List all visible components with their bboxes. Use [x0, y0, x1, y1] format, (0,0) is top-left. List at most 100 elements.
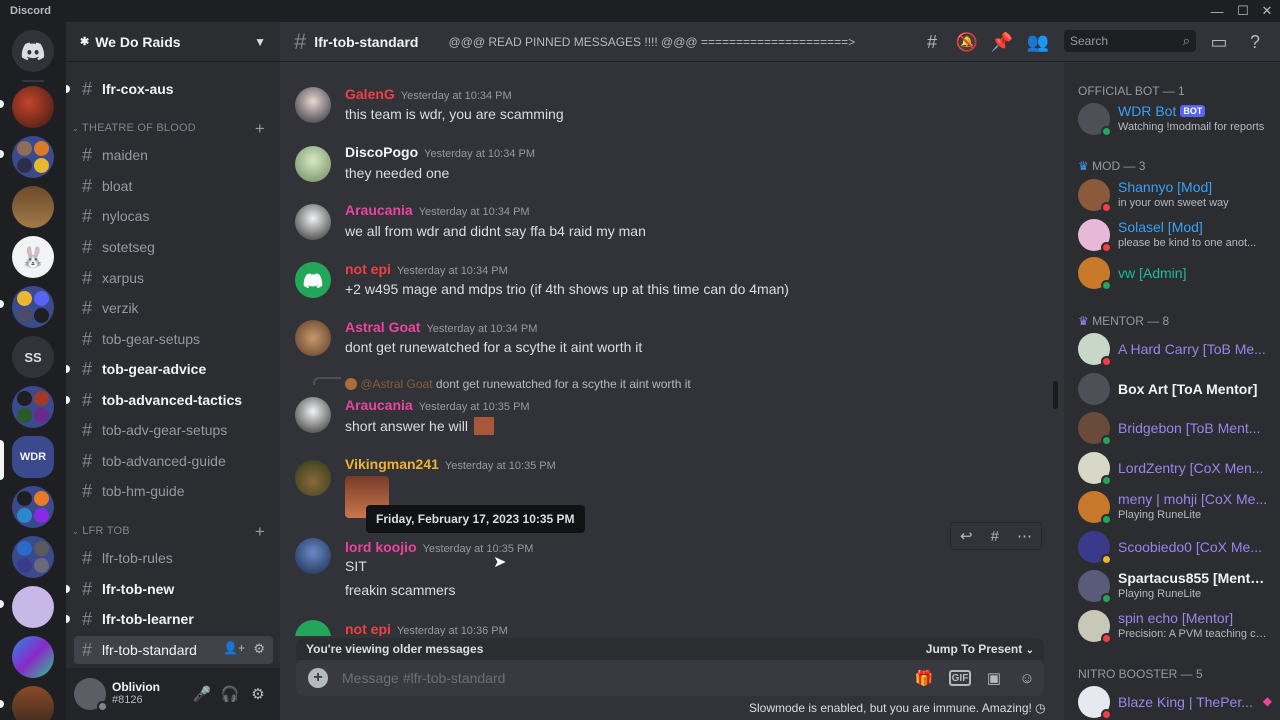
channel-nylocas[interactable]: # nylocas [74, 202, 273, 230]
member-name: A Hard Carry [ToB Me... [1118, 341, 1266, 357]
member-item[interactable]: WDR Bot BOT Watching !modmail for reports [1072, 99, 1272, 139]
server-icon-ss[interactable]: SS [12, 336, 54, 378]
member-item[interactable]: Bridgebon [ToB Ment... [1072, 408, 1272, 448]
upload-plus-icon[interactable]: + [308, 668, 328, 688]
channel-lfr-tob-standard[interactable]: # lfr-tob-standard 👤+ ⚙ [74, 636, 273, 664]
create-invite-icon[interactable]: 👤+ [223, 641, 245, 655]
server-icon[interactable] [12, 86, 54, 128]
gift-icon[interactable]: 🎁 [913, 668, 935, 688]
member-name: vw [Admin] [1118, 265, 1187, 281]
channel-tob-adv-gear-setups[interactable]: # tob-adv-gear-setups [74, 416, 273, 444]
channel-lfr-cox-aus[interactable]: # lfr-cox-aus [66, 75, 273, 103]
avatar[interactable] [295, 397, 331, 433]
message-author[interactable]: Astral Goat [345, 319, 420, 335]
server-folder[interactable] [12, 286, 54, 328]
message-author[interactable]: lord koojio [345, 539, 417, 555]
gif-button[interactable]: GIF [949, 670, 971, 686]
jump-to-present-button[interactable]: Jump To Present ⌄ [926, 642, 1034, 656]
microphone-icon[interactable]: 🎤 [188, 680, 216, 708]
server-folder[interactable] [12, 536, 54, 578]
member-item[interactable]: Shannyo [Mod] in your own sweet way [1072, 175, 1272, 215]
member-item[interactable]: Spartacus855 [Mento... Playing RuneLite [1072, 566, 1272, 606]
channel-topic[interactable]: @@@ READ PINNED MESSAGES !!!! @@@ ======… [448, 35, 855, 49]
channel-sotetseg[interactable]: # sotetseg [74, 233, 273, 261]
emoji-icon[interactable]: ☺ [1016, 668, 1038, 688]
help-icon[interactable]: ? [1243, 30, 1267, 54]
channel-lfr-tob-learner[interactable]: # lfr-tob-learner [66, 605, 273, 633]
avatar[interactable] [295, 460, 331, 496]
avatar[interactable] [295, 204, 331, 240]
avatar[interactable] [295, 320, 331, 356]
gear-icon[interactable]: ⚙ [253, 641, 265, 657]
minimize-icon[interactable]: — [1204, 0, 1230, 22]
more-icon[interactable]: ⋯ [1017, 527, 1032, 545]
channel-tob-gear-advice[interactable]: # tob-gear-advice [66, 355, 273, 383]
category-theatre-of-blood[interactable]: ⌄ THEATRE OF BLOOD + [72, 119, 271, 138]
sticker-icon[interactable]: ▣ [983, 668, 1005, 688]
member-item[interactable]: Scoobiedo0 [CoX Me... [1072, 527, 1272, 567]
message-author[interactable]: GalenG [345, 86, 395, 102]
headphones-icon[interactable]: 🎧 [216, 680, 244, 708]
message-author[interactable]: not epi [345, 261, 391, 277]
avatar[interactable] [295, 146, 331, 182]
avatar[interactable] [74, 678, 108, 712]
member-item[interactable]: Solasel [Mod] please be kind to one anot… [1072, 215, 1272, 255]
server-folder[interactable] [12, 486, 54, 528]
message-author[interactable]: DiscoPogo [345, 144, 418, 160]
settings-icon[interactable]: ⚙ [244, 680, 272, 708]
create-thread-icon[interactable]: # [991, 528, 999, 545]
avatar [1078, 570, 1112, 604]
add-channel-icon[interactable]: + [255, 119, 265, 139]
message-author[interactable]: Araucania [345, 397, 413, 413]
channel-tob-gear-setups[interactable]: # tob-gear-setups [74, 325, 273, 353]
member-item[interactable]: Blaze King | ThePer... ◆ [1072, 682, 1272, 720]
channel-tob-advanced-tactics[interactable]: # tob-advanced-tactics [66, 386, 273, 414]
channel-bloat[interactable]: # bloat [74, 172, 273, 200]
channel-tob-hm-guide[interactable]: # tob-hm-guide [74, 477, 273, 505]
channel-lfr-tob-rules[interactable]: # lfr-tob-rules [74, 544, 273, 572]
channel-maiden[interactable]: # maiden [74, 141, 273, 169]
message-author[interactable]: not epi [345, 621, 391, 636]
threads-icon[interactable]: # [920, 30, 944, 54]
home-button[interactable] [12, 30, 54, 72]
member-item[interactable]: meny | mohji [CoX Me... Playing RuneLite [1072, 487, 1272, 527]
channel-lfr-tob-new[interactable]: # lfr-tob-new [66, 575, 273, 603]
avatar[interactable] [295, 262, 331, 298]
channel-tob-advanced-guide[interactable]: # tob-advanced-guide [74, 447, 273, 475]
channel-verzik[interactable]: # verzik [74, 294, 273, 322]
guild-header[interactable]: ✱ We Do Raids ▼ [66, 22, 280, 62]
message-input[interactable]: Message #lfr-tob-standard [342, 670, 505, 686]
member-item[interactable]: LordZentry [CoX Men... [1072, 448, 1272, 488]
server-icon[interactable] [12, 636, 54, 678]
member-item[interactable]: spin echo [Mentor] Precision: A PVM teac… [1072, 606, 1272, 646]
avatar[interactable] [295, 538, 331, 574]
server-we-do-raids[interactable]: WDR [12, 436, 54, 478]
user-info[interactable]: Oblivion #8126 [112, 681, 160, 707]
maximize-icon[interactable]: ☐ [1230, 0, 1256, 22]
reply-reference[interactable]: @Astral Goat dont get runewatched for a … [345, 377, 691, 391]
inbox-icon[interactable]: ▭ [1207, 30, 1231, 54]
server-folder[interactable] [12, 386, 54, 428]
server-icon[interactable] [12, 686, 54, 720]
server-folder[interactable] [12, 136, 54, 178]
member-item[interactable]: A Hard Carry [ToB Me... [1072, 329, 1272, 369]
channel-xarpus[interactable]: # xarpus [74, 264, 273, 292]
server-icon[interactable]: 🐰 [12, 236, 54, 278]
member-item[interactable]: Box Art [ToA Mentor] [1072, 369, 1272, 409]
add-channel-icon[interactable]: + [255, 522, 265, 542]
pin-icon[interactable]: 📌 [990, 30, 1014, 54]
member-list-icon[interactable]: 👥 [1026, 30, 1050, 54]
reply-icon[interactable]: ↩ [960, 527, 973, 545]
server-icon[interactable] [12, 186, 54, 228]
member-item[interactable]: vw [Admin] [1072, 253, 1272, 293]
category-lfr-tob[interactable]: ⌄ LFR TOB + [72, 522, 271, 541]
custom-emoji[interactable] [473, 417, 494, 435]
server-icon[interactable] [12, 586, 54, 628]
close-icon[interactable]: ✕ [1254, 0, 1280, 22]
avatar[interactable] [295, 87, 331, 123]
mute-bell-icon[interactable]: 🔕 [955, 30, 979, 54]
message-author[interactable]: Araucania [345, 202, 413, 218]
message-author[interactable]: Vikingman241 [345, 456, 439, 472]
message-scrollbar[interactable] [1053, 381, 1058, 409]
search-input[interactable]: Search ⌕ [1064, 30, 1196, 52]
